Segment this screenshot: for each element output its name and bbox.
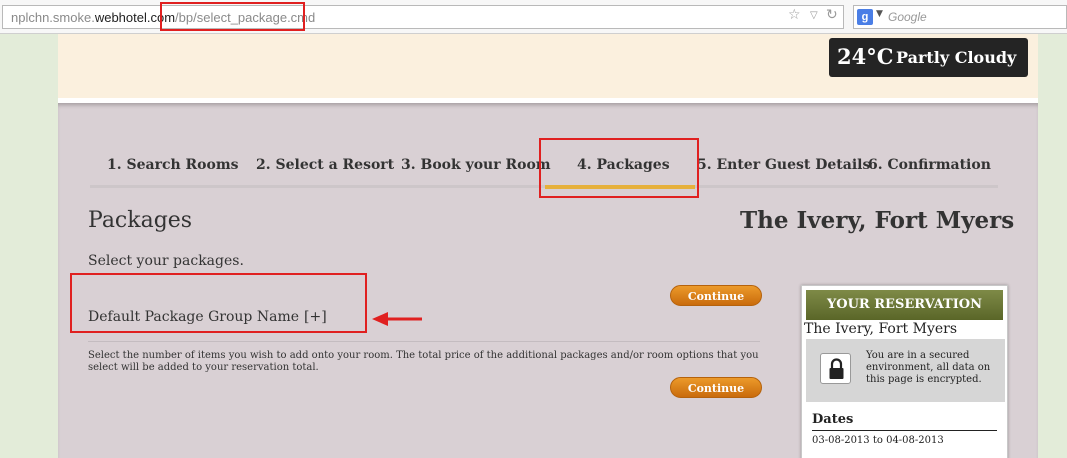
lock-icon xyxy=(820,353,851,384)
url-annotation-highlight xyxy=(160,2,305,31)
secure-notice: You are in a secured environment, all da… xyxy=(806,339,1005,402)
hotel-name: The Ivery, Fort Myers xyxy=(740,207,1015,234)
address-bar[interactable]: nplchn.smoke.webhotel.com/bp/select_pack… xyxy=(2,5,844,29)
check-out-date: 04-08-2013 xyxy=(886,435,944,446)
weather-temperature: 24°C xyxy=(837,44,894,69)
package-description: Select the number of items you wish to a… xyxy=(88,350,759,373)
step-search-rooms[interactable]: 1. Search Rooms xyxy=(107,157,239,173)
url-prefix: nplchn.smoke. xyxy=(11,10,95,25)
step-select-resort[interactable]: 2. Select a Resort xyxy=(256,157,394,173)
continue-button-bottom[interactable]: Continue xyxy=(670,377,762,398)
expand-package-group-button[interactable]: [+] xyxy=(304,309,327,325)
reservation-hotel: The Ivery, Fort Myers xyxy=(804,321,958,337)
page-subtitle: Select your packages. xyxy=(88,253,244,269)
step-confirmation: 6. Confirmation xyxy=(868,157,991,173)
check-in-date: 03-08-2013 xyxy=(812,435,870,446)
annotation-arrow-icon xyxy=(372,312,422,326)
reservation-heading: YOUR RESERVATION xyxy=(806,290,1003,320)
reservation-panel: YOUR RESERVATION The Ivery, Fort Myers Y… xyxy=(801,285,1008,458)
bookmark-star-icon[interactable]: ☆ xyxy=(788,7,801,23)
dates-underline xyxy=(812,430,997,431)
dates-label: Dates xyxy=(812,412,854,427)
weather-widget: 24°C Partly Cloudy xyxy=(829,38,1028,77)
weather-condition: Partly Cloudy xyxy=(896,48,1017,67)
continue-button-top[interactable]: Continue xyxy=(670,285,762,306)
package-group-name: Default Package Group Name xyxy=(88,309,300,325)
google-icon[interactable]: g xyxy=(857,9,873,25)
url-dropdown-icon[interactable]: ▽ xyxy=(810,10,818,21)
reservation-dates: 03-08-2013 to 04-08-2013 xyxy=(812,435,944,446)
reload-icon[interactable]: ↻ xyxy=(826,7,838,23)
secure-text: You are in a secured environment, all da… xyxy=(866,350,991,385)
search-placeholder: Google xyxy=(888,10,927,24)
step-book-room[interactable]: 3. Book your Room xyxy=(401,157,551,173)
search-engine-dropdown-icon[interactable]: ▼ xyxy=(876,9,883,19)
dates-to-label: to xyxy=(872,435,883,446)
divider xyxy=(88,341,760,342)
search-box[interactable]: g ▼ Google xyxy=(853,5,1067,29)
page-title: Packages xyxy=(88,208,193,233)
step-guest-details: 5. Enter Guest Details xyxy=(697,157,871,173)
step-annotation-highlight xyxy=(539,138,699,198)
